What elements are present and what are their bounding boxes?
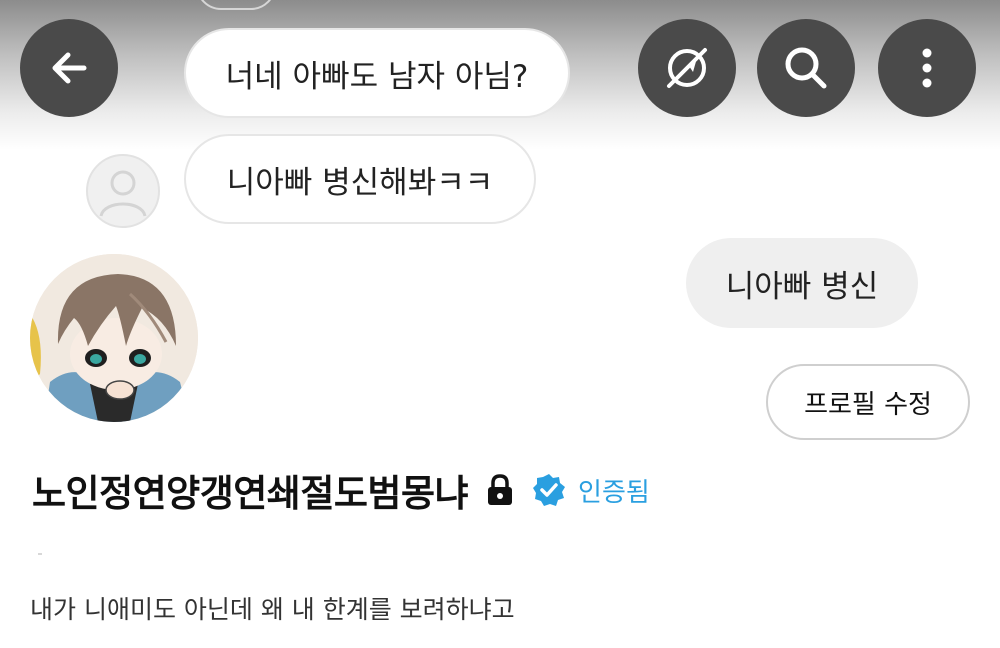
profile-avatar[interactable] [30,254,198,422]
edit-profile-button[interactable]: 프로필 수정 [766,364,970,440]
message-text-2: 니아빠 병신해봐ㅋㅋ [226,164,494,201]
default-avatar-icon [99,170,147,217]
message-text-1: 너네 아빠도 남자 아님? [225,58,529,95]
search-icon [785,47,827,89]
verified-badge-icon [533,474,566,506]
divider-mark [38,553,42,555]
edit-profile-label: 프로필 수정 [804,389,932,420]
lock-icon [488,474,513,505]
hide-compass-button[interactable] [638,19,736,117]
verified-label: 인증됨 [578,477,650,508]
back-button[interactable] [20,19,118,117]
profile-name-row: 노인정연양갱연쇄절도범몽냐 인증됨 [32,462,650,518]
more-vertical-icon [922,48,932,88]
more-options-button[interactable] [878,19,976,117]
message-text-3: 니아빠 병신 [725,268,879,305]
no-compass-icon [667,48,707,88]
message-bubble-3[interactable]: 니아빠 병신 [686,238,918,328]
message-bubble-1[interactable]: 너네 아빠도 남자 아님? [184,28,570,118]
profile-bio: 내가 니애미도 아닌데 왜 내 한계를 보려하냐고 [30,595,515,624]
anime-character-avatar [30,254,198,422]
sender-avatar[interactable] [86,154,160,228]
arrow-left-icon [52,52,87,84]
message-bubble-2[interactable]: 니아빠 병신해봐ㅋㅋ [184,134,536,224]
profile-name: 노인정연양갱연쇄절도범몽냐 [32,472,469,515]
search-button[interactable] [757,19,855,117]
